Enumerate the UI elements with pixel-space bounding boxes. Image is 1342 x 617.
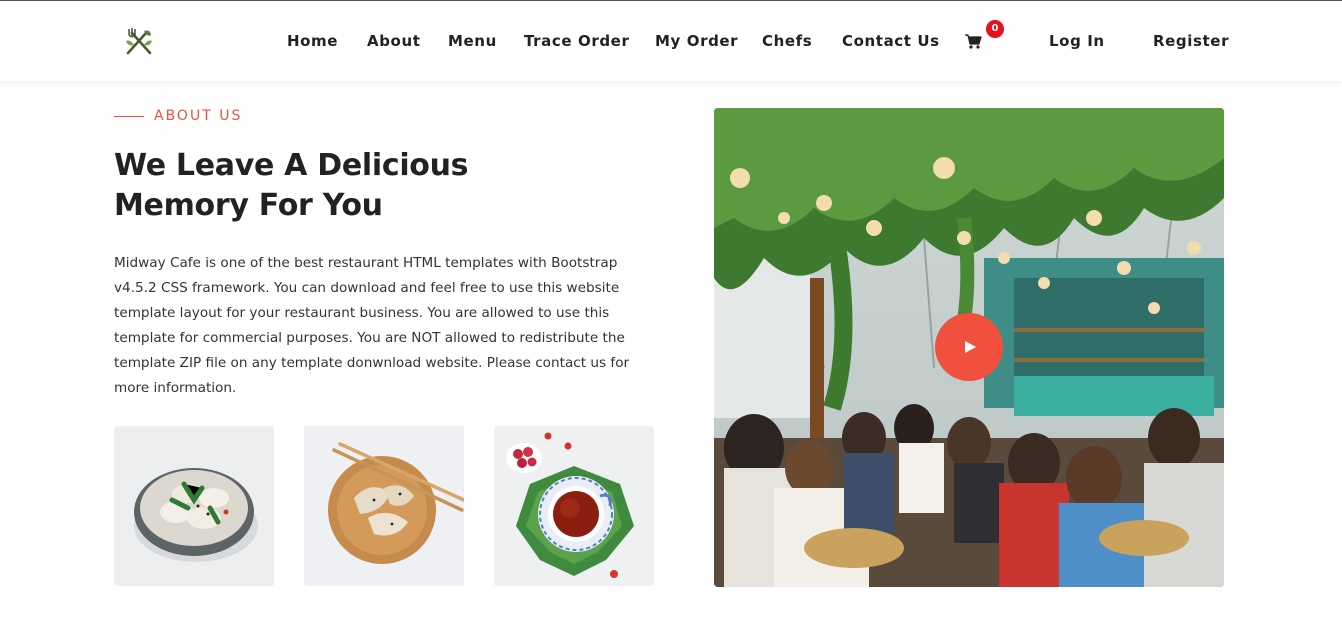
navbar: Home About Menu Trace Order My Order Che…	[0, 1, 1342, 81]
tea-cup-image	[494, 426, 654, 586]
nav-menu[interactable]: Menu	[448, 31, 497, 51]
description-line: template ZIP file on any template donwnl…	[114, 355, 630, 371]
nav-about[interactable]: About	[367, 31, 421, 51]
shopping-cart-icon	[965, 34, 982, 49]
cart-count-badge: 0	[986, 20, 1004, 38]
nav-contact-us[interactable]: Contact Us	[842, 31, 940, 51]
description-line: template for commercial purposes. You ar…	[114, 330, 625, 346]
description-line: v4.5.2 CSS framework. You can download a…	[114, 280, 620, 296]
logo[interactable]	[122, 25, 156, 59]
eyebrow-divider	[114, 116, 144, 117]
play-button[interactable]	[935, 313, 1003, 381]
section-description: Midway Cafe is one of the best restauran…	[114, 251, 659, 401]
description-line: more information.	[114, 380, 237, 396]
heading-line: We Leave A Delicious	[114, 148, 469, 183]
play-icon	[965, 341, 976, 353]
nav-chefs[interactable]: Chefs	[762, 31, 812, 51]
description-line: template layout for your restaurant busi…	[114, 305, 610, 321]
fork-knife-leaf-icon	[126, 28, 152, 55]
login-link[interactable]: Log In	[1049, 31, 1105, 51]
heading-line: Memory For You	[114, 188, 383, 223]
dumplings-wooden-plate-image	[304, 426, 464, 586]
restaurant-video[interactable]	[714, 108, 1224, 587]
dumplings-bowl-image	[114, 426, 274, 586]
description-line: Midway Cafe is one of the best restauran…	[114, 255, 618, 271]
register-link[interactable]: Register	[1153, 31, 1229, 51]
cart-button[interactable]	[964, 31, 982, 51]
section-eyebrow: ABOUT US	[154, 108, 243, 124]
nav-home[interactable]: Home	[287, 31, 338, 51]
section-heading: We Leave A Delicious Memory For You	[114, 146, 534, 226]
nav-my-order[interactable]: My Order	[655, 31, 738, 51]
nav-trace-order[interactable]: Trace Order	[524, 31, 629, 51]
